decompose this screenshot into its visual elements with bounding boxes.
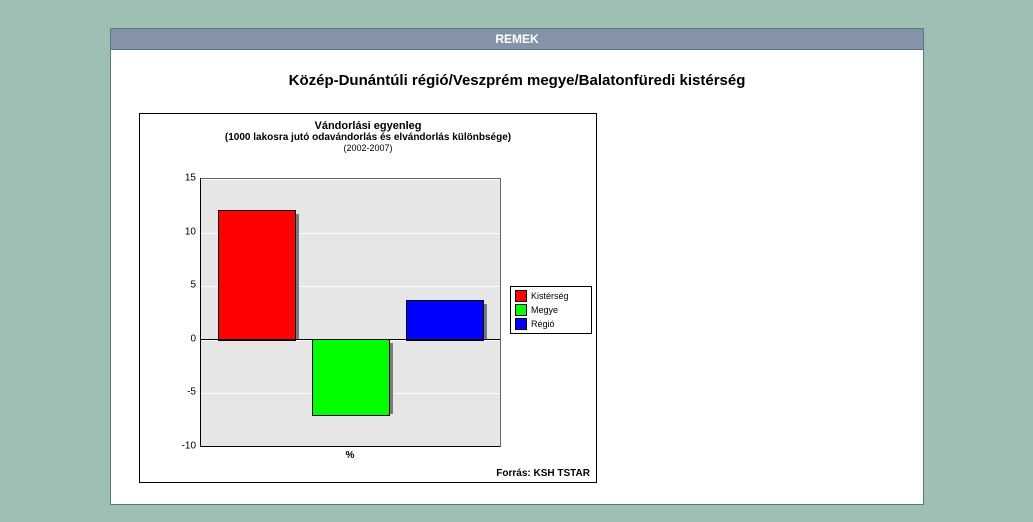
- grid-line: [200, 179, 500, 180]
- legend-item: Régió: [515, 318, 587, 330]
- chart-period: (2002-2007): [140, 143, 596, 153]
- legend-label: Megye: [531, 305, 558, 316]
- y-tick-label: 5: [168, 280, 196, 291]
- chart-source: Forrás: KSH TSTAR: [496, 468, 590, 479]
- bar: [312, 339, 390, 416]
- y-tick-label: 15: [168, 173, 196, 184]
- x-axis: [200, 446, 500, 447]
- legend-swatch-icon: [515, 318, 527, 330]
- breadcrumb: Közép-Dunántúli régió/Veszprém megye/Bal…: [111, 50, 923, 101]
- y-axis: [200, 178, 201, 446]
- chart-title: Vándorlási egyenleg: [140, 120, 596, 132]
- chart-frame: Vándorlási egyenleg (1000 lakosra jutó o…: [139, 113, 597, 483]
- legend-swatch-icon: [515, 290, 527, 302]
- main-panel: REMEK Közép-Dunántúli régió/Veszprém meg…: [110, 28, 924, 505]
- legend-item: Megye: [515, 304, 587, 316]
- zero-line: [200, 339, 500, 340]
- bar: [218, 210, 296, 341]
- panel-title: REMEK: [495, 32, 538, 46]
- legend-item: Kistérség: [515, 290, 587, 302]
- y-tick-label: 10: [168, 226, 196, 237]
- panel-header: REMEK: [111, 29, 923, 50]
- x-axis-label: %: [200, 450, 500, 461]
- legend-label: Kistérség: [531, 291, 569, 302]
- legend-label: Régió: [531, 319, 555, 330]
- legend: Kistérség Megye Régió: [510, 286, 592, 334]
- y-tick-label: -5: [168, 387, 196, 398]
- breadcrumb-text: Közép-Dunántúli régió/Veszprém megye/Bal…: [289, 72, 746, 89]
- y-tick-label: -10: [168, 441, 196, 452]
- bar: [406, 300, 484, 341]
- chart-subtitle: (1000 lakosra jutó odavándorlás és elván…: [140, 132, 596, 143]
- grid-line: [200, 447, 500, 448]
- y-tick-label: 0: [168, 333, 196, 344]
- legend-swatch-icon: [515, 304, 527, 316]
- chart-titles: Vándorlási egyenleg (1000 lakosra jutó o…: [140, 114, 596, 153]
